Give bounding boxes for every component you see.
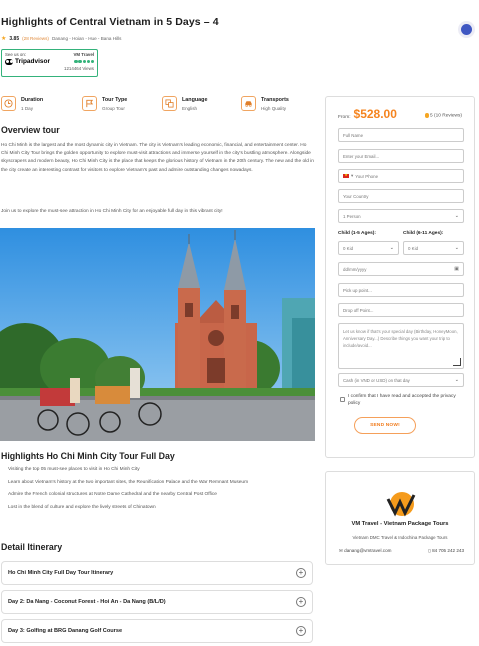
company-card: VM Travel - Vietnam Package Tours Vietna… — [325, 471, 475, 565]
full-name-field[interactable]: Full Name — [338, 128, 464, 142]
star-icon — [424, 113, 429, 118]
child2-select[interactable]: 0 Kid ⌄ — [403, 241, 464, 255]
date-field[interactable]: dd/mm/yyyy ▣ — [338, 262, 464, 276]
plus-icon: + — [296, 597, 306, 607]
send-button[interactable]: SEND NOW! — [354, 417, 416, 434]
feature-language: Language English — [162, 96, 207, 111]
child2-label: Child (6-11 Ages): — [403, 231, 444, 236]
highlights-list: Visiting the top 05 must-see places to v… — [1, 466, 314, 516]
tour-reviews[interactable]: (28 Reviews) — [22, 36, 49, 41]
feature-tour-type: Tour Type Group Tour — [82, 96, 127, 111]
price-row: From: $528.00 — [338, 107, 397, 121]
vm-travel-logo — [386, 492, 416, 517]
phone-field[interactable]: ▾ Your Phone — [338, 169, 464, 183]
itinerary-item[interactable]: Ho Chi Minh City Full Day Tour Itinerary… — [1, 561, 313, 585]
company-card-name: VM Travel - Vietnam Package Tours — [351, 521, 449, 527]
tour-features: Duration 1 Day Tour Type Group Tour Langua… — [0, 96, 318, 118]
tour-meta: ★ 3.85 (28 Reviews) Danang - Hoian - Hue… — [1, 35, 122, 43]
highlights-heading: Highlights Ho Chi Minh City Tour Full Da… — [1, 451, 175, 461]
calendar-icon: ▣ — [454, 266, 459, 272]
vietnam-flag-icon — [343, 173, 349, 178]
chevron-down-icon: ⌄ — [454, 377, 459, 383]
tour-route: Danang - Hoian - Hue - Bana Hills — [51, 36, 122, 41]
views-count: 1214464 Views — [64, 66, 94, 71]
booking-rating: 5 (10 Reviews) — [424, 113, 462, 119]
overview-heading: Overview tour — [1, 125, 60, 135]
feature-duration: Duration 1 Day — [1, 96, 43, 111]
overview-paragraph: Ho Chi Minh is the largest and the most … — [1, 143, 314, 173]
dropoff-field[interactable]: Drop off Point... — [338, 303, 464, 317]
chevron-down-icon: ⌄ — [454, 245, 459, 251]
country-field[interactable]: Your Country — [338, 189, 464, 203]
page-title: Highlights of Central Vietnam in 5 Days … — [1, 16, 219, 28]
plus-icon: + — [296, 626, 306, 636]
pickup-field[interactable]: Pick up point... — [338, 283, 464, 297]
company-name: VM Travel — [73, 52, 95, 57]
itinerary-item[interactable]: Day 3: Golfing at BRG Danang Golf Course… — [1, 619, 313, 643]
flag-icon — [82, 96, 97, 111]
payment-select[interactable]: Cash (in VND or USD) on that day ⌄ — [338, 373, 464, 387]
chat-icon — [461, 24, 472, 35]
chevron-down-icon: ⌄ — [389, 245, 394, 251]
list-item: Visiting the top 05 must-see places to v… — [8, 467, 140, 472]
translate-icon — [162, 96, 177, 111]
rating-bubbles — [74, 59, 94, 64]
privacy-checkbox[interactable] — [340, 397, 345, 402]
tripadvisor-badge[interactable]: See us on: VM Travel Tripadvisor 1214464… — [1, 49, 98, 77]
overview-paragraph-2: Join us to explore the must-see attracti… — [1, 209, 223, 214]
message-field[interactable]: Let us know if that's your special day (… — [338, 323, 464, 369]
itinerary-item[interactable]: Day 2: Da Nang - Coconut Forest - Hoi An… — [1, 590, 313, 614]
itinerary-heading: Detail Itinerary — [1, 542, 63, 552]
owl-icon — [5, 58, 13, 65]
person-select[interactable]: 1 Person ⌄ — [338, 209, 464, 223]
clock-icon — [1, 96, 16, 111]
child1-select[interactable]: 0 Kid ⌄ — [338, 241, 399, 255]
feature-transports: Transports High Quality — [241, 96, 289, 111]
tour-price: $528.00 — [353, 107, 397, 121]
tripadvisor-logo: Tripadvisor — [5, 58, 50, 65]
list-item: Learn about Vietnam's history at the two… — [8, 479, 249, 485]
tour-photo — [0, 228, 315, 441]
plus-icon: + — [296, 568, 306, 578]
resize-handle-icon[interactable] — [453, 358, 461, 366]
list-item: Admire the French colonial structures at… — [8, 492, 217, 497]
company-card-subtitle: Vietnam DMC Travel & Indochina Package T… — [352, 535, 448, 540]
star-icon: ★ — [1, 36, 7, 42]
chat-button[interactable] — [458, 21, 475, 38]
car-icon — [241, 96, 256, 111]
company-contact: ✉ danang@vmtravel.com ▯ 84 705 242 243 — [339, 548, 464, 554]
see-us-label: See us on: — [5, 52, 26, 57]
child1-label: Child (1-5 Ages): — [338, 231, 376, 236]
privacy-label: I confirm that I have read and accepted … — [348, 394, 456, 406]
list-item: Lost in the blend of culture and explore… — [8, 504, 156, 510]
tour-rating: 3.85 — [9, 35, 20, 42]
email-field[interactable]: Enter your Email... — [338, 149, 464, 163]
company-phone[interactable]: ▯ 84 705 242 243 — [428, 548, 464, 554]
company-email[interactable]: ✉ danang@vmtravel.com — [339, 548, 391, 554]
chevron-down-icon: ⌄ — [454, 213, 459, 219]
